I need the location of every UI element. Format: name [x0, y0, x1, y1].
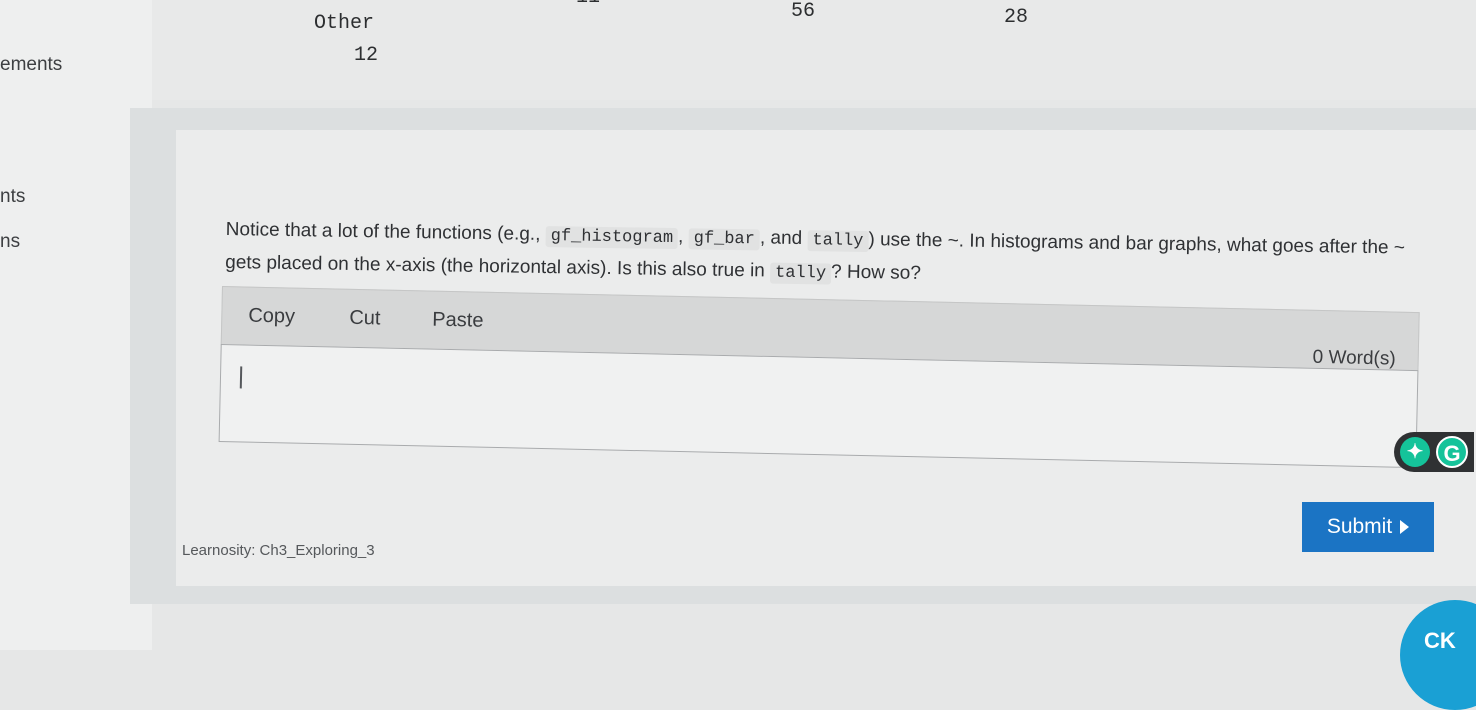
copy-button[interactable]: Copy	[248, 305, 295, 329]
code-gf-histogram: gf_histogram	[545, 226, 679, 250]
paste-button[interactable]: Paste	[432, 309, 484, 333]
submit-label: Submit	[1326, 515, 1393, 538]
word-count: 0 Word(s)	[1312, 346, 1396, 370]
table-cell-value: 56	[791, 0, 816, 23]
code-tally: tally	[769, 262, 832, 285]
response-editor: Copy Cut Paste 0 Word(s)	[218, 286, 1420, 488]
lightbulb-icon[interactable]: ✦	[1400, 437, 1430, 467]
grammarly-widget[interactable]: ✦ G	[1394, 432, 1474, 472]
sidebar-item-ns[interactable]: ns	[0, 231, 20, 253]
ck-badge-label: CK	[1424, 628, 1456, 653]
code-gf-bar: gf_bar	[688, 228, 761, 251]
grammarly-icon[interactable]: G	[1436, 436, 1468, 468]
submit-button[interactable]: Submit	[1302, 502, 1434, 552]
sidebar-item-nts[interactable]: nts	[0, 186, 25, 208]
sidebar-item-elements[interactable]: ements	[0, 54, 62, 76]
play-arrow-icon	[1400, 520, 1410, 534]
table-cell-value: 12	[354, 44, 379, 67]
table-cell-category: Other	[314, 12, 375, 35]
code-tally: tally	[807, 230, 869, 253]
ck-badge[interactable]	[1400, 600, 1476, 710]
cut-button[interactable]: Cut	[349, 307, 381, 331]
table-cell-value: 28	[1004, 6, 1029, 29]
table-cell-value: 11	[576, 0, 600, 9]
learnosity-source-label: Learnosity: Ch3_Exploring_3	[182, 542, 375, 559]
